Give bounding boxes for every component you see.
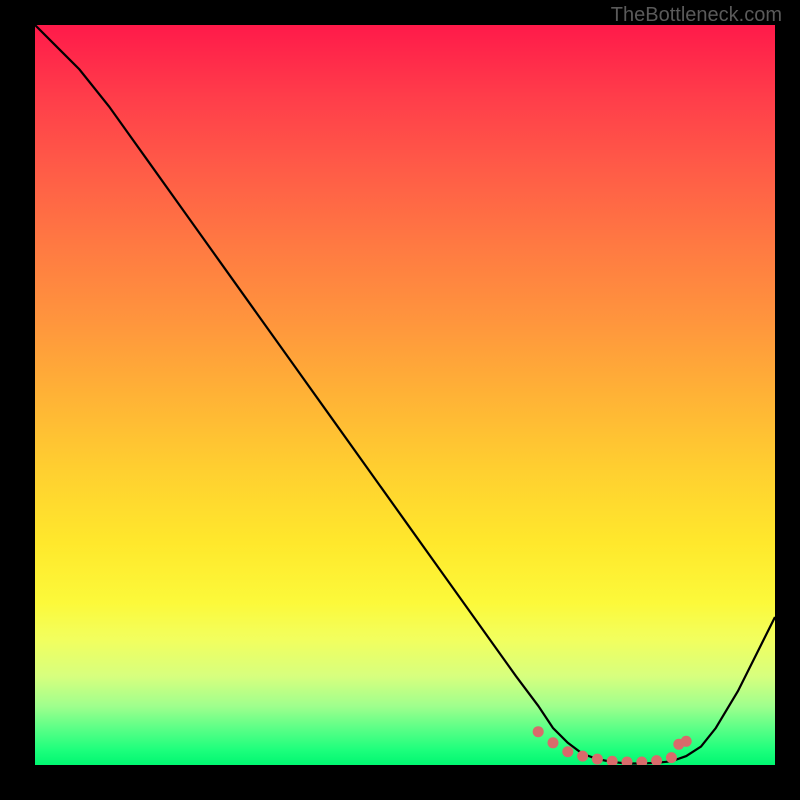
valley-dot xyxy=(533,726,544,737)
watermark-text: TheBottleneck.com xyxy=(611,4,782,27)
valley-dot xyxy=(562,746,573,757)
valley-dot xyxy=(577,751,588,762)
valley-dot xyxy=(592,754,603,765)
valley-dot xyxy=(622,757,633,766)
valley-dot xyxy=(651,755,662,765)
valley-dot xyxy=(636,757,647,766)
valley-dot xyxy=(607,756,618,765)
valley-dots-group xyxy=(533,726,692,765)
valley-dot xyxy=(548,737,559,748)
valley-dot xyxy=(666,752,677,763)
chart-svg xyxy=(35,25,775,765)
valley-dot xyxy=(681,736,692,747)
bottleneck-curve-path xyxy=(35,25,775,764)
valley-dot xyxy=(673,739,684,750)
chart-plot-area xyxy=(35,25,775,765)
